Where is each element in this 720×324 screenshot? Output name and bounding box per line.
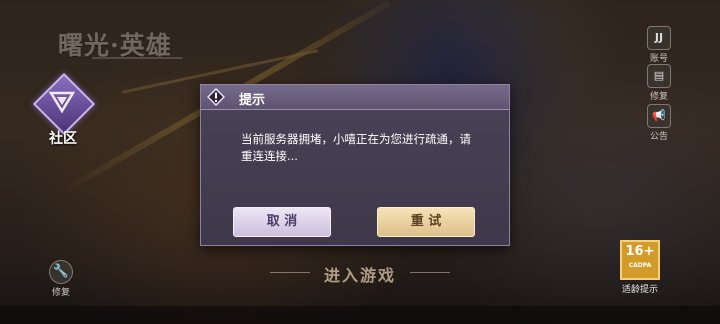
- megaphone-icon: 📢: [647, 104, 671, 128]
- account-button[interactable]: JJ 账号: [644, 26, 674, 64]
- enter-game-button[interactable]: 进入游戏: [270, 262, 450, 286]
- community-icon: [48, 91, 76, 114]
- wrench-icon: 🔧: [49, 260, 73, 284]
- community-button[interactable]: 社区: [32, 72, 96, 148]
- settings-label: 修复: [51, 288, 70, 298]
- notebook-icon: ▤: [647, 64, 671, 88]
- age-rating[interactable]: 16+ CADPA 适龄提示: [620, 240, 660, 295]
- account-label: 账号: [649, 54, 668, 64]
- notice-label: 公告: [649, 132, 668, 142]
- community-label: 社区: [49, 131, 77, 147]
- retry-button[interactable]: 重 试: [377, 207, 475, 237]
- settings-button[interactable]: 🔧 修复: [48, 260, 74, 298]
- repair-label: 修复: [649, 92, 668, 102]
- account-icon: JJ: [647, 26, 671, 50]
- age-badge-sub: CADPA: [628, 262, 652, 269]
- dialog-header: 提示: [201, 85, 509, 110]
- age-badge: 16+ CADPA: [620, 240, 660, 280]
- bottom-strip: [0, 306, 720, 324]
- repair-button[interactable]: ▤ 修复: [644, 64, 674, 102]
- age-rating-label: 适龄提示: [621, 285, 658, 295]
- logo-underline: [92, 57, 182, 59]
- warning-icon: [207, 88, 225, 106]
- dialog-title: 提示: [239, 93, 266, 108]
- notice-button[interactable]: 📢 公告: [644, 104, 674, 142]
- alert-dialog: 提示 当前服务器拥堵，小嘻正在为您进行疏通，请重连连接... 取 消 重 试: [200, 84, 510, 246]
- cancel-button[interactable]: 取 消: [233, 207, 331, 237]
- age-badge-number: 16+: [625, 244, 655, 259]
- dialog-message: 当前服务器拥堵，小嘻正在为您进行疏通，请重连连接...: [241, 132, 471, 163]
